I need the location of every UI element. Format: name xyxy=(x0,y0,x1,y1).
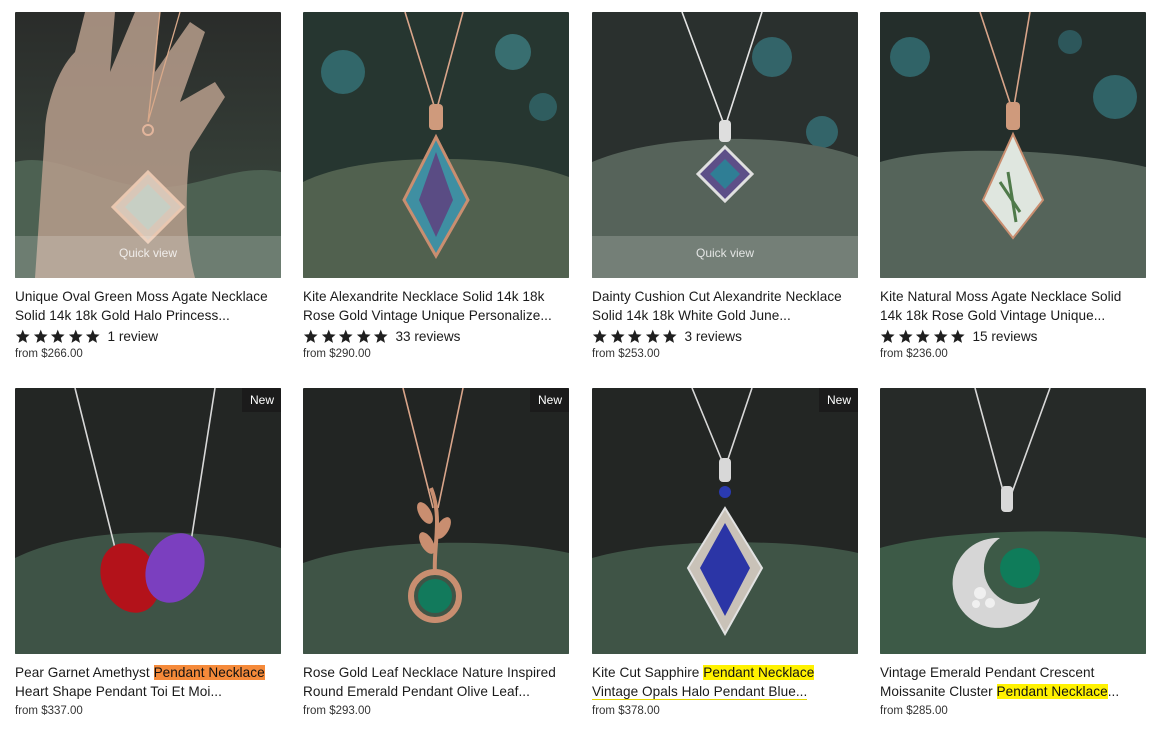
new-badge: New xyxy=(818,388,858,412)
title-line-1: Dainty Cushion Cut Alexandrite Necklace xyxy=(592,289,842,304)
product-price: from $290.00 xyxy=(303,348,371,360)
star-icon xyxy=(68,329,83,343)
kite-moss-agate-pendant-image xyxy=(880,12,1146,278)
star-icon xyxy=(933,329,948,343)
title-line-1: Kite Cut Sapphire Pendant Necklace xyxy=(592,664,858,683)
search-highlight: Pendant Necklace xyxy=(996,683,1108,699)
title-text: Kite Cut Sapphire xyxy=(592,665,704,680)
product-card[interactable]: Kite Natural Moss Agate Necklace Solid 1… xyxy=(880,12,1146,360)
stars-5 xyxy=(303,329,391,344)
title-line-2: Solid 14k 18k Gold Halo Princess... xyxy=(15,307,230,323)
product-title[interactable]: Unique Oval Green Moss Agate Necklace So… xyxy=(15,288,281,325)
product-price: from $253.00 xyxy=(592,348,660,360)
star-icon xyxy=(338,329,353,343)
title-line-1: Pear Garnet Amethyst Pendant Necklace xyxy=(15,664,281,683)
kite-sapphire-opal-halo-image xyxy=(592,388,858,654)
star-icon xyxy=(662,329,677,343)
product-image[interactable]: New xyxy=(592,388,858,654)
product-title[interactable]: Pear Garnet Amethyst Pendant Necklace He… xyxy=(15,664,281,701)
review-count: 33 reviews xyxy=(395,328,461,344)
product-image[interactable]: New xyxy=(15,388,281,654)
title-text: Vintage Opals Halo Pendant Blue... xyxy=(592,683,808,700)
title-line-2: Heart Shape Pendant Toi Et Moi... xyxy=(15,683,222,699)
title-line-2: 14k 18k Rose Gold Vintage Unique... xyxy=(880,307,1106,323)
star-icon xyxy=(15,329,30,343)
title-ellipsis: ... xyxy=(1107,683,1120,699)
new-badge: New xyxy=(529,388,569,412)
product-title[interactable]: Rose Gold Leaf Necklace Nature Inspired … xyxy=(303,664,569,701)
product-image[interactable] xyxy=(303,12,569,278)
star-icon xyxy=(645,329,660,343)
product-price: from $293.00 xyxy=(303,705,371,717)
emerald-leaf-pendant-image xyxy=(303,388,569,654)
emerald-crescent-moon-image xyxy=(880,388,1146,654)
star-icon xyxy=(303,329,318,343)
product-card[interactable]: Quick view Unique Oval Green Moss Agate … xyxy=(15,12,281,360)
product-card[interactable]: Kite Alexandrite Necklace Solid 14k 18k … xyxy=(303,12,569,360)
star-icon xyxy=(592,329,607,343)
kite-alexandrite-pendant-image xyxy=(303,12,569,278)
title-line-1: Vintage Emerald Pendant Crescent xyxy=(880,665,1095,680)
quick-view-button[interactable]: Quick view xyxy=(15,236,281,278)
star-icon xyxy=(50,329,65,343)
review-count: 15 reviews xyxy=(972,328,1038,344)
product-image[interactable] xyxy=(880,12,1146,278)
product-title[interactable]: Kite Natural Moss Agate Necklace Solid 1… xyxy=(880,288,1146,325)
title-text: Moissanite Cluster xyxy=(880,683,997,699)
star-icon xyxy=(33,329,48,343)
product-rating: 15 reviews xyxy=(880,326,1146,346)
search-highlight: Pendant Necklace xyxy=(153,665,265,680)
product-rating: 1 review xyxy=(15,326,281,346)
stars-5 xyxy=(880,329,968,344)
product-title[interactable]: Vintage Emerald Pendant Crescent Moissan… xyxy=(880,664,1146,701)
search-highlight: Pendant Necklace xyxy=(703,665,815,680)
star-icon xyxy=(610,329,625,343)
product-rating: 33 reviews xyxy=(303,326,569,346)
product-title[interactable]: Kite Cut Sapphire Pendant Necklace Vinta… xyxy=(592,664,858,701)
product-image[interactable]: Quick view xyxy=(15,12,281,278)
product-card[interactable]: New Pear Garnet Amethyst Pendant Necklac… xyxy=(15,388,281,717)
title-line-2: Solid 14k 18k White Gold June... xyxy=(592,307,791,323)
garnet-amethyst-toi-et-moi-image xyxy=(15,388,281,654)
title-line-2: Moissanite Cluster Pendant Necklace... xyxy=(880,683,1146,702)
title-line-1: Unique Oval Green Moss Agate Necklace xyxy=(15,289,268,304)
title-line-1: Kite Natural Moss Agate Necklace Solid xyxy=(880,289,1122,304)
star-icon xyxy=(915,329,930,343)
product-image[interactable]: New xyxy=(303,388,569,654)
new-badge: New xyxy=(241,388,281,412)
star-icon xyxy=(356,329,371,343)
stars-5 xyxy=(592,329,680,344)
product-price: from $337.00 xyxy=(15,705,83,717)
review-count: 1 review xyxy=(107,328,159,344)
star-icon xyxy=(898,329,913,343)
product-card[interactable]: New Kite Cut Sapphire Pendant Necklace V… xyxy=(592,388,858,717)
title-line-1: Kite Alexandrite Necklace Solid 14k 18k xyxy=(303,289,545,304)
star-icon xyxy=(950,329,965,343)
star-icon xyxy=(373,329,388,343)
review-count: 3 reviews xyxy=(684,328,742,344)
title-line-2: Round Emerald Pendant Olive Leaf... xyxy=(303,683,530,699)
product-image[interactable]: Quick view xyxy=(592,12,858,278)
star-icon xyxy=(321,329,336,343)
product-price: from $285.00 xyxy=(880,705,948,717)
title-line-2: Rose Gold Vintage Unique Personalize... xyxy=(303,307,552,323)
quick-view-button[interactable]: Quick view xyxy=(592,236,858,278)
product-card[interactable]: Quick view Dainty Cushion Cut Alexandrit… xyxy=(592,12,858,360)
stars-5 xyxy=(15,329,103,344)
title-line-2: Vintage Opals Halo Pendant Blue... xyxy=(592,683,858,702)
star-icon xyxy=(880,329,895,343)
product-price: from $378.00 xyxy=(592,705,660,717)
product-title[interactable]: Kite Alexandrite Necklace Solid 14k 18k … xyxy=(303,288,569,325)
product-price: from $236.00 xyxy=(880,348,948,360)
star-icon xyxy=(627,329,642,343)
title-line-1: Rose Gold Leaf Necklace Nature Inspired xyxy=(303,665,556,680)
star-icon xyxy=(85,329,100,343)
product-card[interactable]: New Rose Gold Leaf Necklace Nature Inspi… xyxy=(303,388,569,717)
product-image[interactable] xyxy=(880,388,1146,654)
product-rating: 3 reviews xyxy=(592,326,858,346)
product-price: from $266.00 xyxy=(15,348,83,360)
title-text: Pear Garnet Amethyst xyxy=(15,665,154,680)
product-card[interactable]: Vintage Emerald Pendant Crescent Moissan… xyxy=(880,388,1146,717)
product-title[interactable]: Dainty Cushion Cut Alexandrite Necklace … xyxy=(592,288,858,325)
